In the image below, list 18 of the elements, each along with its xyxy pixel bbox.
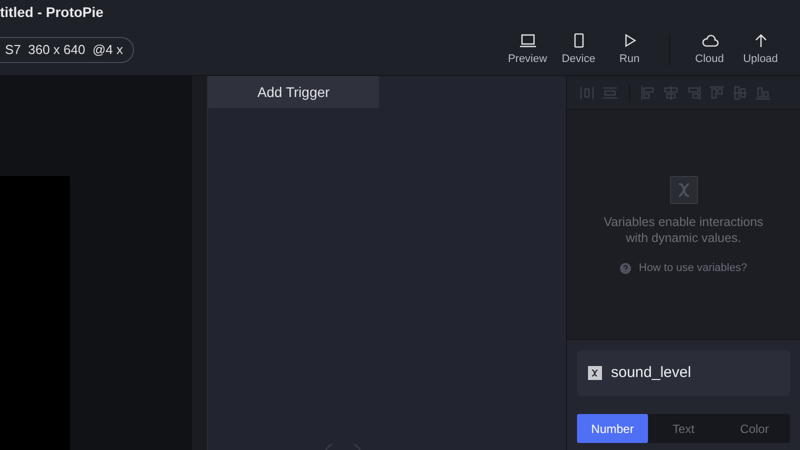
window-title: titled - ProtoPie xyxy=(0,3,104,22)
run-button[interactable]: Run xyxy=(604,32,655,68)
upload-button[interactable]: Upload xyxy=(735,32,786,68)
cloud-button[interactable]: Cloud xyxy=(684,32,735,68)
variable-card[interactable]: sound_level xyxy=(577,350,790,396)
empty-state-text: Variables enable interactions with dynamic values. xyxy=(602,214,764,246)
cloud-icon xyxy=(700,32,718,48)
type-tab[interactable]: Number xyxy=(577,414,648,443)
device-button[interactable]: Device xyxy=(553,32,604,68)
laptop-icon xyxy=(518,32,536,48)
variable-icon xyxy=(588,366,602,380)
circle-handle-icon[interactable] xyxy=(323,444,363,450)
variable-icon xyxy=(670,176,698,204)
variable-name: sound_level xyxy=(611,362,692,383)
add-trigger-button[interactable]: Add Trigger xyxy=(208,76,379,108)
device-selector[interactable]: S7 360 x 640 @4 x xyxy=(0,37,134,63)
help-icon xyxy=(620,262,631,274)
preview-button[interactable]: Preview xyxy=(502,32,553,68)
